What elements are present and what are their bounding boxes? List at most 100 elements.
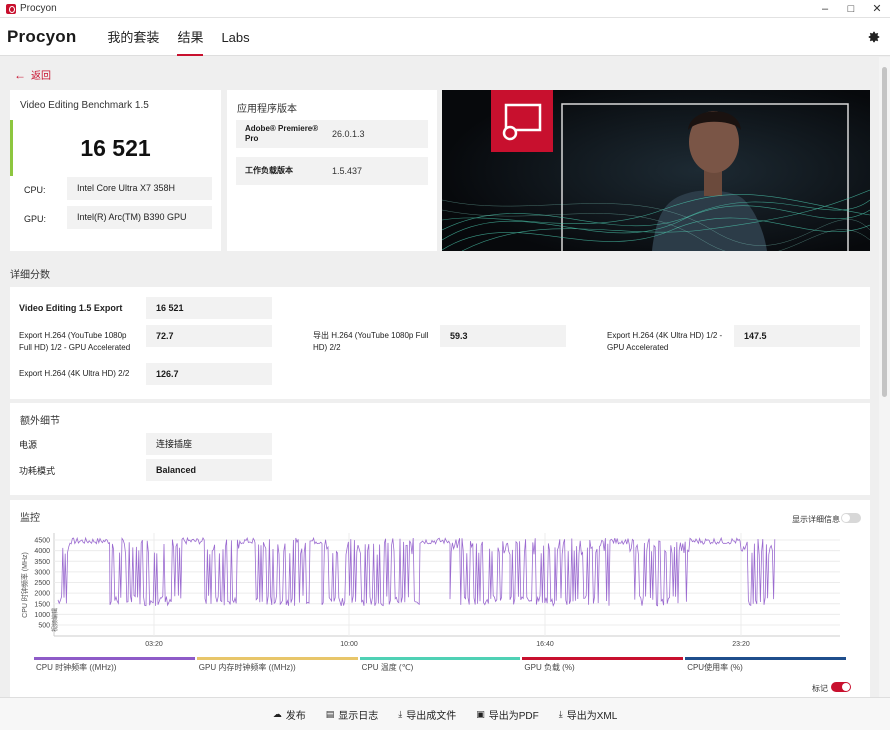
- chart-y-label: CPU 时钟频率 (MHz): [20, 552, 29, 618]
- main-nav: 我的套装 结果 Labs: [98, 18, 258, 56]
- download-icon: ⤓: [398, 708, 403, 719]
- gear-icon[interactable]: [867, 30, 881, 44]
- gpu-value: Intel(R) Arc(TM) B390 GPU: [67, 206, 212, 229]
- tab-results[interactable]: 结果: [177, 18, 204, 56]
- close-icon[interactable]: ✕: [864, 0, 890, 18]
- legend-label: CPU 时钟频率 ((MHz)): [36, 663, 117, 672]
- publish-button[interactable]: ☁ 发布: [273, 707, 306, 722]
- power-source-label: 电源: [19, 440, 38, 450]
- window-title: Procyon: [20, 3, 57, 14]
- export-file-label: 导出成文件: [406, 710, 457, 722]
- show-log-button[interactable]: ▤ 显示日志: [326, 707, 379, 722]
- chart-x-tick: 23:20: [732, 641, 750, 648]
- app-version-title: 应用程序版本: [237, 104, 297, 115]
- power-mode-label: 功耗模式: [19, 466, 56, 476]
- details-section-title: 详细分数: [10, 270, 50, 281]
- app-version-row: Adobe® Premiere® Pro 26.0.1.3: [236, 120, 428, 148]
- cpu-value: Intel Core Ultra X7 358H: [67, 177, 212, 200]
- power-source-value: 连接插座: [146, 433, 272, 455]
- legend-label: CPU 温度 (℃): [361, 663, 414, 672]
- export-file-button[interactable]: ⤓ 导出成文件: [398, 707, 456, 722]
- chart-marker-label: 视频编辑: [51, 608, 59, 632]
- chart-x-tick: 16:40: [536, 641, 554, 648]
- app-icon: [6, 3, 16, 14]
- detail-label: Export H.264 (YouTube 1080p Full HD) 1/2…: [19, 331, 131, 352]
- workload-name: 工作负载版本: [245, 166, 293, 175]
- download-icon: ⤓: [558, 708, 563, 719]
- chart-y-tick: 4500: [34, 538, 50, 545]
- chart-y-tick: 3500: [34, 559, 50, 566]
- show-details-label: 显示详细信息: [792, 515, 840, 524]
- show-details-toggle[interactable]: [841, 513, 861, 523]
- chart-y-tick: 4000: [34, 548, 50, 555]
- hero-illustration: [442, 90, 870, 251]
- chart-y-tick: 1500: [34, 601, 50, 608]
- power-mode-value: Balanced: [146, 459, 272, 481]
- workload-version: 1.5.437: [332, 166, 363, 176]
- export-pdf-button[interactable]: ▣ 导出为PDF: [476, 707, 539, 722]
- export-xml-label: 导出为XML: [566, 710, 618, 722]
- minimize-icon[interactable]: –: [812, 0, 838, 18]
- detail-label: Export H.264 (4K Ultra HD) 1/2 - GPU Acc…: [607, 331, 723, 352]
- chart-y-tick: 2000: [34, 591, 50, 598]
- export-xml-button[interactable]: ⤓ 导出为XML: [559, 707, 618, 722]
- legend-item[interactable]: CPU使用率 (%): [685, 657, 846, 673]
- app-version: 26.0.1.3: [332, 129, 365, 139]
- chart-y-tick: 1000: [34, 612, 50, 619]
- workload-version-row: 工作负载版本 1.5.437: [236, 157, 428, 185]
- gpu-label: GPU:: [24, 214, 47, 224]
- extra-details-title: 额外细节: [20, 416, 60, 427]
- cloud-upload-icon: ☁: [272, 708, 282, 719]
- score-card: Video Editing Benchmark 1.5 16 521 CPU: …: [10, 90, 221, 251]
- detail-value: 59.3: [440, 325, 566, 347]
- chart-x-tick: 10:00: [340, 641, 358, 648]
- legend-item[interactable]: GPU 负载 (%): [522, 657, 684, 673]
- legend-label: CPU使用率 (%): [687, 663, 743, 672]
- maximize-icon[interactable]: □: [838, 0, 864, 18]
- show-log-label: 显示日志: [338, 710, 379, 722]
- chart-legend: CPU 时钟频率 ((MHz)) GPU 内存时钟频率 ((MHz)) CPU 温度…: [34, 657, 846, 673]
- chart-y-tick: 3000: [34, 569, 50, 576]
- benchmark-title: Video Editing Benchmark 1.5: [20, 100, 149, 111]
- chart-y-tick: 2500: [34, 580, 50, 587]
- legend-label: GPU 负载 (%): [524, 663, 575, 672]
- export-pdf-label: 导出为PDF: [488, 710, 539, 722]
- legend-item[interactable]: GPU 内存时钟频率 ((MHz)): [196, 657, 358, 673]
- footer-toolbar: ☁ 发布 ▤ 显示日志 ⤓ 导出成文件 ▣ 导出为PDF ⤓ 导出为XML: [0, 697, 890, 730]
- save-icon: ▣: [476, 708, 485, 719]
- results-content[interactable]: ← 返回 Video Editing Benchmark 1.5 16 521 …: [0, 57, 879, 697]
- detail-label: 导出 H.264 (YouTube 1080p Full HD) 2/2: [313, 331, 429, 352]
- detail-value: 126.7: [146, 363, 272, 385]
- scrollbar-thumb[interactable]: [882, 67, 887, 397]
- main-score-label: Video Editing 1.5 Export: [19, 303, 123, 313]
- tab-labs[interactable]: Labs: [221, 18, 249, 56]
- monitoring-chart[interactable]: 4500 4000 3500 3000 2500 2000 1500 1000 500 03:2…: [10, 530, 870, 655]
- markers-label: 标记: [812, 684, 828, 693]
- document-icon: ▤: [325, 708, 335, 719]
- cpu-label: CPU:: [24, 185, 46, 195]
- markers-toggle[interactable]: [831, 682, 851, 692]
- detailed-scores-card: Video Editing 1.5 Export 16 521 Export H…: [10, 287, 870, 399]
- tab-my-suites[interactable]: 我的套装: [107, 18, 159, 56]
- detail-value: 72.7: [146, 325, 272, 347]
- legend-item[interactable]: CPU 温度 (℃): [359, 657, 521, 673]
- publish-label: 发布: [285, 710, 306, 722]
- vertical-scrollbar[interactable]: [879, 57, 890, 697]
- brand-title: Procyon: [7, 26, 77, 46]
- arrow-left-icon: ←: [14, 67, 26, 82]
- detail-label: Export H.264 (4K Ultra HD) 2/2: [19, 369, 130, 378]
- main-score-value: 16 521: [146, 297, 272, 319]
- overall-score: 16 521: [80, 135, 151, 161]
- chart-y-tick: 500: [38, 623, 50, 630]
- back-link[interactable]: ← 返回: [14, 67, 51, 83]
- legend-item[interactable]: CPU 时钟频率 ((MHz)): [34, 657, 195, 673]
- app-name: Adobe® Premiere® Pro: [245, 124, 319, 143]
- app-header: Procyon 我的套装 结果 Labs: [0, 18, 890, 56]
- window-titlebar: Procyon – □ ✕: [0, 0, 890, 18]
- detail-value: 147.5: [734, 325, 860, 347]
- extra-details-card: 额外细节 电源 连接插座 功耗模式 Balanced: [10, 403, 870, 495]
- hero-image: [442, 90, 870, 251]
- app-version-card: 应用程序版本 Adobe® Premiere® Pro 26.0.1.3 工作负…: [227, 90, 437, 251]
- legend-label: GPU 内存时钟频率 ((MHz)): [198, 663, 296, 672]
- back-label: 返回: [31, 71, 51, 82]
